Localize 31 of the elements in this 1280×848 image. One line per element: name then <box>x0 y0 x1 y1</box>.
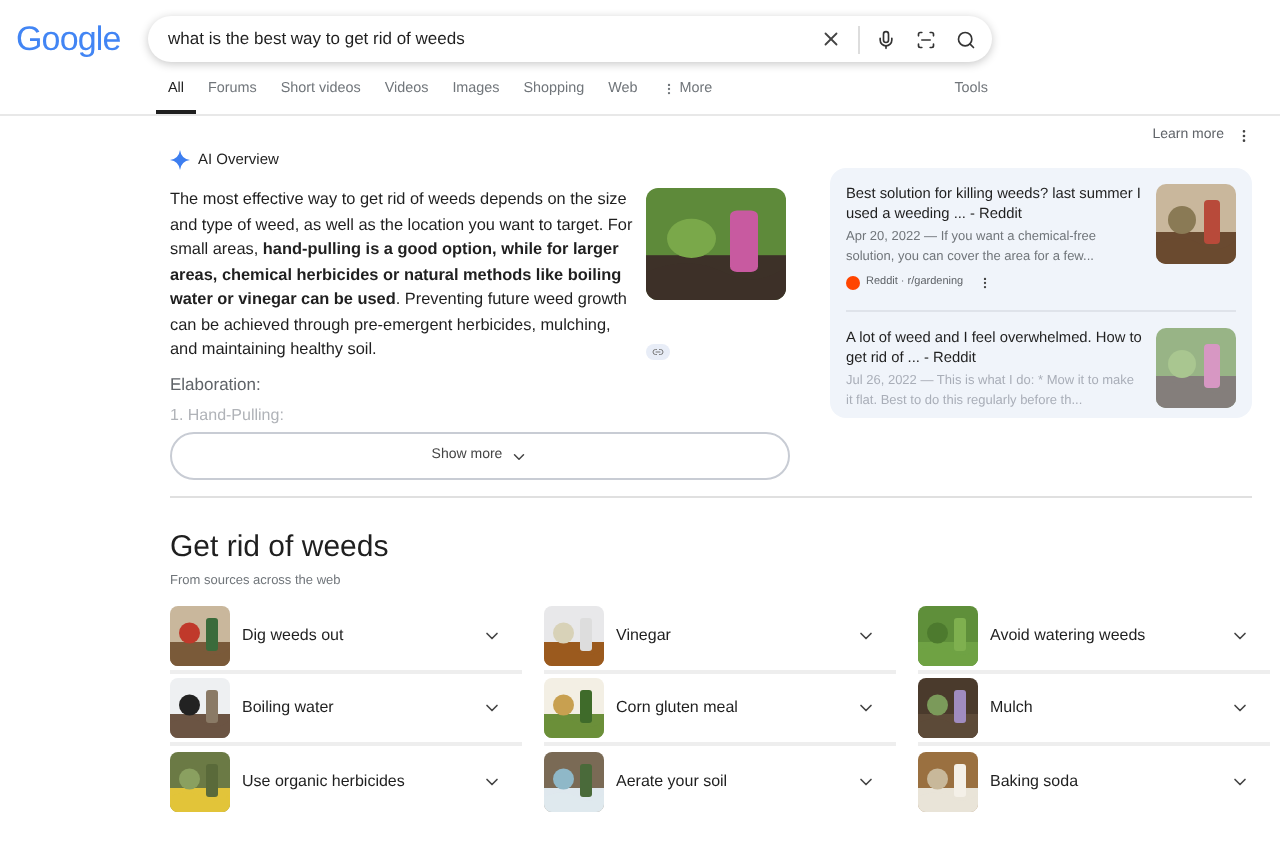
section-heading: Get rid of weeds <box>170 530 391 567</box>
topic-label: Boiling water <box>242 696 336 720</box>
topic-label: Baking soda <box>990 770 1081 794</box>
topic-row[interactable]: Vinegar <box>544 602 896 674</box>
topic-row[interactable]: Baking soda <box>918 746 1270 818</box>
logo[interactable]: Google <box>16 19 148 59</box>
topic-row[interactable]: Dig weeds out <box>170 602 522 674</box>
topic-label: Aerate your soil <box>616 770 730 794</box>
microphone-icon[interactable] <box>876 29 896 49</box>
topic-row[interactable]: Aerate your soil <box>544 746 896 818</box>
link-icon[interactable] <box>646 343 670 359</box>
topic-row[interactable]: Avoid watering weeds <box>918 602 1270 674</box>
topic-label: Dig weeds out <box>242 624 346 648</box>
topic-label: Corn gluten meal <box>616 696 740 720</box>
topic-row[interactable]: Use organic herbicides <box>170 746 522 818</box>
search-field[interactable]: what is the best way to get rid of weeds <box>148 16 992 62</box>
topic-row[interactable]: Mulch <box>918 674 1270 746</box>
camera-search-icon[interactable] <box>916 29 936 49</box>
topic-row[interactable]: Boiling water <box>170 674 522 746</box>
search-icon[interactable] <box>956 29 976 49</box>
clear-icon[interactable] <box>820 28 842 50</box>
topic-label: Vinegar <box>616 624 673 648</box>
elaboration-label: Elaboration: <box>170 371 263 397</box>
topic-label: Avoid watering weeds <box>990 624 1148 648</box>
faded-list-item: 1. Hand-Pulling: <box>170 404 286 429</box>
topic-label: Use organic herbicides <box>242 770 407 794</box>
topic-label: Mulch <box>990 696 1035 720</box>
sparkle-icon <box>170 150 190 170</box>
site-logo-icon <box>846 275 860 290</box>
overview-paragraph: The most effective way to get rid of weeds depends on the size and type of weed, as well as the location you want to target. For small areas, hand-pulling is a good option, while for larger areas, chemical herbicides or natural methods like boiling water or vinegar can be used. Preventing future weed growth can be achieved through pre-emergent herbicides, mulching, and maintaining healthy soil. <box>170 188 634 362</box>
topic-row[interactable]: Corn gluten meal <box>544 674 896 746</box>
